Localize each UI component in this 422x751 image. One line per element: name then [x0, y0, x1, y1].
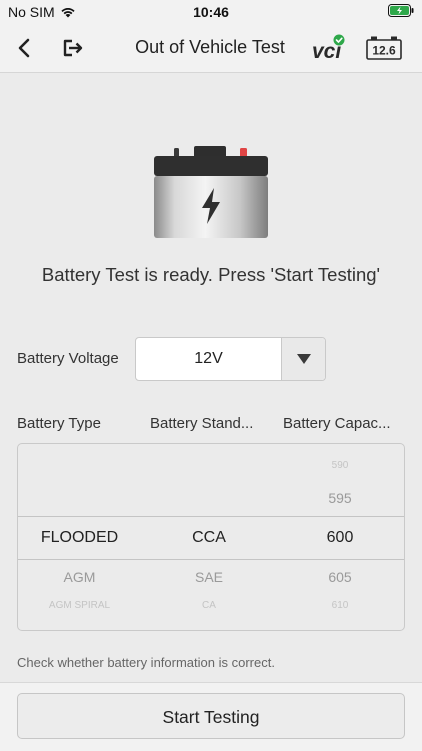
vehicle-battery-voltage-icon[interactable]: 12.6 — [366, 35, 402, 61]
picker-row[interactable]: AGM SAE 605 — [18, 569, 404, 587]
picker-capacity-cell: 605 — [328, 569, 352, 585]
footer-bar: Start Testing — [0, 682, 422, 751]
status-time: 10:46 — [193, 4, 229, 20]
dropdown-arrow-button[interactable] — [281, 338, 325, 380]
picker-row[interactable]: 590 — [18, 460, 404, 476]
picker-type-cell: FLOODED — [40, 529, 119, 546]
picker-standard-cell: SAE — [194, 569, 223, 585]
picker-capacity-cell: 590 — [331, 460, 349, 471]
exit-icon[interactable] — [60, 36, 84, 60]
battery-voltage-label: Battery Voltage — [17, 350, 119, 367]
battery-spec-picker[interactable]: 590 595 FLOODED CCA 600 AGM SAE 605 AGM … — [17, 443, 405, 631]
status-bar: No SIM 10:46 — [0, 0, 422, 24]
column-header-battery-type: Battery Type — [17, 415, 101, 432]
phone-battery-icon — [388, 4, 414, 17]
picker-standard-cell: CCA — [192, 529, 226, 546]
picker-type-cell: AGM — [63, 569, 96, 585]
picker-capacity-cell: 600 — [326, 529, 354, 546]
battery-voltage-dropdown[interactable]: 12V — [135, 337, 326, 381]
page-title: Out of Vehicle Test — [135, 37, 285, 57]
picker-row[interactable]: AGM SPIRAL CA 610 — [18, 600, 404, 614]
column-header-battery-standard: Battery Stand... — [150, 415, 254, 432]
picker-capacity-cell: 595 — [328, 490, 352, 506]
picker-standard-cell: CA — [202, 600, 216, 611]
picker-selection-bottom-line — [18, 559, 404, 560]
battery-illustration — [154, 146, 268, 238]
picker-capacity-cell: 610 — [331, 600, 349, 611]
picker-row[interactable]: 595 — [18, 490, 404, 508]
hint-text: Check whether battery information is cor… — [17, 655, 275, 670]
column-header-battery-capacity: Battery Capac... — [283, 415, 391, 432]
nav-bar: Out of Vehicle Test vci 12.6 — [0, 24, 422, 73]
ready-message: Battery Test is ready. Press 'Start Test… — [41, 264, 381, 285]
back-arrow-icon[interactable] — [14, 36, 36, 60]
picker-type-cell: AGM SPIRAL — [48, 600, 111, 611]
picker-selection-top-line — [18, 516, 404, 517]
vci-connected-icon[interactable]: vci — [312, 33, 346, 63]
caret-down-icon — [296, 354, 311, 364]
start-testing-button[interactable]: Start Testing — [17, 693, 405, 739]
picker-row-selected[interactable]: FLOODED CCA 600 — [18, 529, 404, 549]
battery-voltage-value: 12V — [194, 350, 223, 367]
nav-voltage-text: 12.6 — [372, 44, 396, 58]
